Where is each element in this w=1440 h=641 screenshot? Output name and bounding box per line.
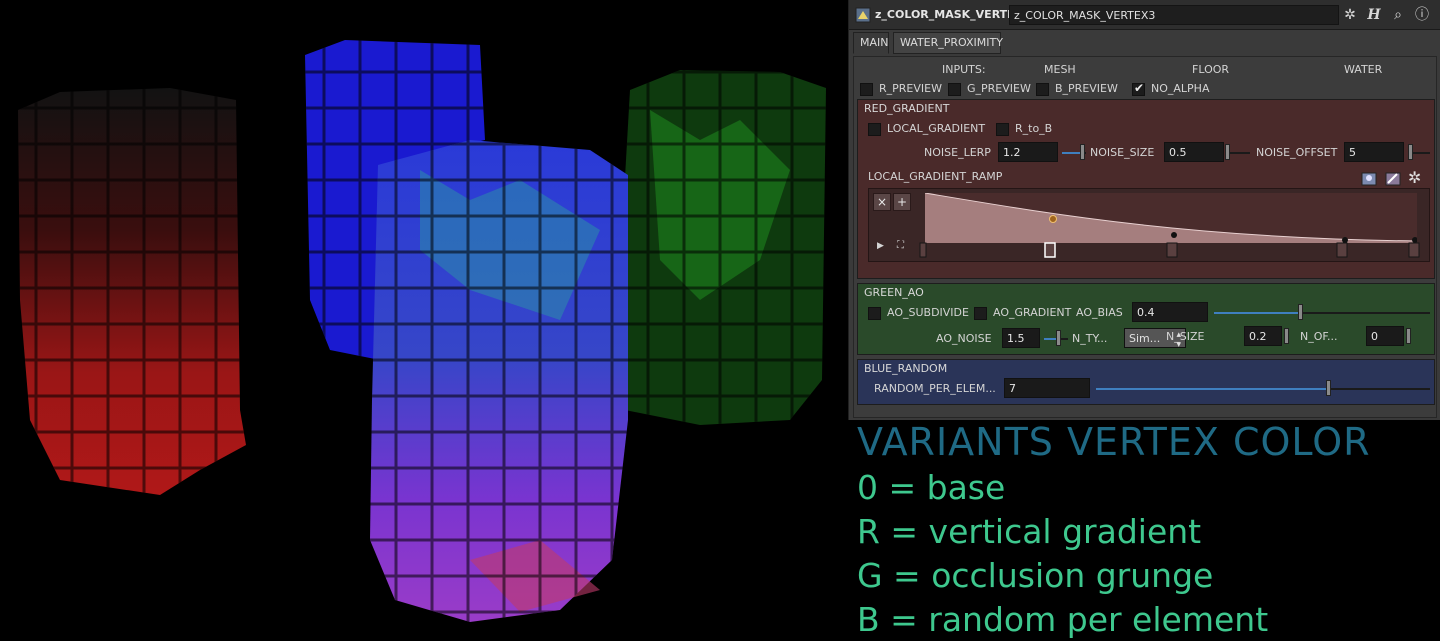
panel-header: z_COLOR_MASK_VERTEX z_COLOR_MASK_VERTEX3… [849, 0, 1440, 30]
noise-offset-field[interactable]: 5 [1344, 142, 1404, 162]
ao-bias-field[interactable]: 0.4 [1132, 302, 1208, 322]
input-mesh-label: MESH [1044, 63, 1076, 76]
input-floor-label: FLOOR [1192, 63, 1230, 76]
noise-lerp-label: NOISE_LERP [924, 146, 991, 159]
ramp-curve [924, 192, 1418, 243]
noise-size-slider[interactable] [1228, 152, 1250, 154]
ramp-preset-icon[interactable] [1360, 170, 1378, 188]
local-gradient-ramp-label: LOCAL_GRADIENT_RAMP [868, 170, 1003, 183]
n-offset-field[interactable]: 0 [1366, 326, 1404, 346]
blue-random-section: BLUE_RANDOM RANDOM_PER_ELEM... 7 [857, 359, 1435, 405]
legend-line-red: R = vertical gradient [857, 512, 1202, 551]
blue-random-title: BLUE_RANDOM [864, 362, 948, 375]
noise-lerp-slider-handle[interactable] [1080, 144, 1085, 160]
g-preview-label: G_PREVIEW [967, 82, 1031, 95]
n-type-dropdown[interactable]: Sim... ▴ ▾ [1124, 328, 1186, 350]
info-icon[interactable]: ⓘ [1413, 6, 1431, 24]
n-type-value: Sim... [1129, 332, 1161, 345]
dropdown-arrows-icon: ▴ ▾ [1176, 330, 1181, 350]
ao-bias-slider-fill [1214, 312, 1300, 314]
b-preview-checkbox[interactable] [1036, 83, 1049, 96]
inputs-label: INPUTS: [942, 63, 986, 76]
3d-viewport[interactable] [0, 0, 848, 641]
noise-size-slider-handle[interactable] [1225, 144, 1230, 160]
node-type-label: z_COLOR_MASK_VERTEX [875, 8, 1024, 21]
search-icon[interactable]: ⌕ [1389, 6, 1407, 24]
green-ao-mesh [618, 70, 826, 425]
legend-line-blue: B = random per element [857, 600, 1269, 639]
random-per-element-field[interactable]: 7 [1004, 378, 1090, 398]
r-to-b-label: R_to_B [1015, 122, 1053, 135]
ramp-remove-button[interactable]: × [873, 193, 891, 211]
tab-main[interactable]: MAIN [853, 32, 889, 54]
red-gradient-mesh [18, 88, 246, 495]
green-ao-title: GREEN_AO [864, 286, 924, 299]
variants-title: VARIANTS VERTEX COLOR [857, 420, 1371, 464]
noise-lerp-field[interactable]: 1.2 [998, 142, 1058, 162]
local-gradient-checkbox[interactable] [868, 123, 881, 136]
no-alpha-checkbox[interactable]: ✔ [1132, 81, 1145, 96]
node-name-field[interactable]: z_COLOR_MASK_VERTEX3 [1009, 5, 1339, 25]
g-preview-checkbox[interactable] [948, 83, 961, 96]
noise-offset-label: NOISE_OFFSET [1256, 146, 1338, 159]
legend-line-base: 0 = base [857, 468, 1006, 507]
ramp-keys[interactable] [869, 239, 1431, 259]
red-gradient-section: RED_GRADIENT LOCAL_GRADIENT R_to_B NOISE… [857, 99, 1435, 279]
noise-size-label: NOISE_SIZE [1090, 146, 1155, 159]
noise-size-field[interactable]: 0.5 [1164, 142, 1224, 162]
ao-gradient-label: AO_GRADIENT [993, 306, 1072, 319]
ao-bias-slider-handle[interactable] [1298, 304, 1303, 320]
node-type-icon [855, 7, 871, 23]
parameter-panel: z_COLOR_MASK_VERTEX z_COLOR_MASK_VERTEX3… [848, 0, 1440, 420]
n-type-label: N_TY... [1072, 332, 1108, 345]
tab-water-proximity[interactable]: WATER_PROXIMITY [893, 32, 1003, 54]
checkmark-icon: ✔ [1134, 81, 1145, 95]
b-preview-label: B_PREVIEW [1055, 82, 1118, 95]
random-per-element-slider-fill [1096, 388, 1328, 390]
r-preview-label: R_PREVIEW [879, 82, 942, 95]
tab-content: INPUTS: MESH FLOOR WATER R_PREVIEW G_PRE… [853, 56, 1437, 418]
ao-bias-label: AO_BIAS [1076, 306, 1123, 319]
ao-subdivide-label: AO_SUBDIVIDE [887, 306, 969, 319]
input-water-label: WATER [1344, 63, 1383, 76]
ramp-add-button[interactable]: + [893, 193, 911, 211]
ramp-edit-icon[interactable] [1384, 170, 1402, 188]
combined-mesh [370, 140, 628, 622]
ao-gradient-checkbox[interactable] [974, 307, 987, 320]
ramp-curve-area[interactable] [924, 192, 1418, 243]
legend-line-green: G = occlusion grunge [857, 556, 1214, 595]
gear-icon[interactable]: ✲ [1341, 6, 1359, 24]
ao-noise-label: AO_NOISE [936, 332, 992, 345]
no-alpha-label: NO_ALPHA [1151, 82, 1210, 95]
r-to-b-checkbox[interactable] [996, 123, 1009, 136]
local-gradient-ramp[interactable]: × + ▶ ⛶ [868, 188, 1430, 262]
ao-subdivide-checkbox[interactable] [868, 307, 881, 320]
ao-noise-slider-handle[interactable] [1056, 330, 1061, 346]
n-size-field[interactable]: 0.2 [1244, 326, 1282, 346]
noise-offset-slider-handle[interactable] [1408, 144, 1413, 160]
r-preview-checkbox[interactable] [860, 83, 873, 96]
random-per-element-label: RANDOM_PER_ELEM... [874, 382, 996, 395]
red-gradient-title: RED_GRADIENT [864, 102, 950, 115]
local-gradient-label: LOCAL_GRADIENT [887, 122, 986, 135]
ao-noise-field[interactable]: 1.5 [1002, 328, 1040, 348]
help-h-icon[interactable]: H [1365, 6, 1383, 24]
green-ao-section: GREEN_AO AO_SUBDIVIDE AO_GRADIENT AO_BIA… [857, 283, 1435, 355]
random-per-element-slider-handle[interactable] [1326, 380, 1331, 396]
ramp-gear-icon[interactable]: ✲ [1408, 168, 1426, 187]
noise-lerp-slider-fill [1062, 152, 1082, 154]
viewport-render [18, 40, 826, 622]
